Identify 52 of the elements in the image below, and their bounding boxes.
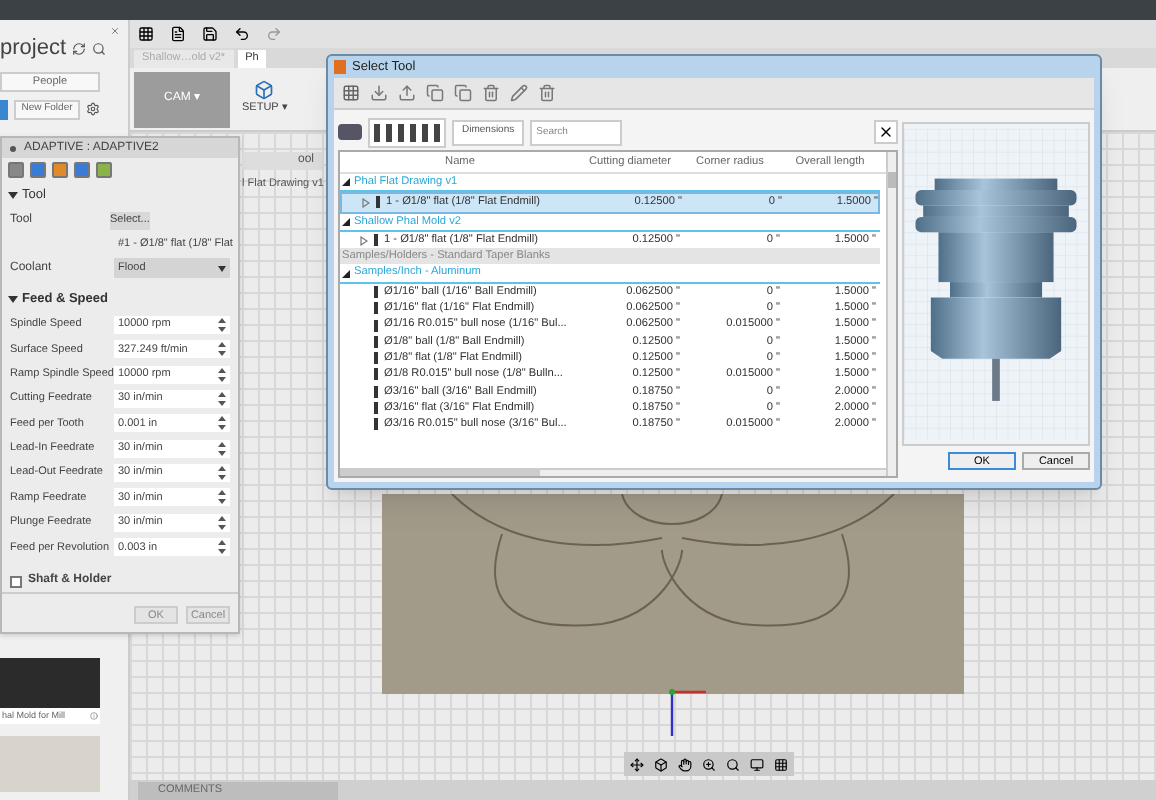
- dropdown-arrow-icon[interactable]: [218, 265, 226, 271]
- spinner-icon[interactable]: [218, 342, 226, 357]
- settings-icon[interactable]: [86, 102, 100, 116]
- vertical-scrollbar[interactable]: [886, 152, 896, 476]
- toolbar-icon[interactable]: [482, 84, 500, 102]
- search-icon[interactable]: [92, 41, 107, 56]
- toolbar-icon[interactable]: [426, 84, 444, 102]
- spinner-icon[interactable]: [218, 515, 226, 530]
- spinner-icon[interactable]: [218, 367, 226, 382]
- zoom-icon[interactable]: [702, 757, 716, 771]
- toolbar-icon[interactable]: [454, 84, 472, 102]
- tool-type-filter[interactable]: [368, 117, 446, 147]
- expand-arrow-icon[interactable]: [360, 235, 368, 246]
- photo-placeholder: [0, 658, 100, 708]
- library-icon[interactable]: [342, 84, 360, 102]
- spinner-icon[interactable]: [218, 466, 226, 481]
- toolbar-icon[interactable]: [370, 84, 388, 102]
- orbit-icon[interactable]: [630, 757, 644, 771]
- expand-arrow-icon[interactable]: [362, 197, 370, 208]
- checkbox[interactable]: [10, 575, 22, 588]
- file-icon[interactable]: [170, 26, 186, 42]
- expanded-triangle-icon[interactable]: [342, 269, 350, 278]
- axis-triad-icon: [666, 688, 710, 740]
- fit-icon[interactable]: [726, 757, 740, 771]
- horizontal-scrollbar[interactable]: [340, 468, 886, 476]
- display-icon[interactable]: [750, 757, 764, 771]
- spinner-icon[interactable]: [218, 317, 226, 332]
- grid-settings-icon[interactable]: [774, 757, 788, 771]
- toolbar-icon[interactable]: [538, 84, 556, 102]
- expanded-triangle-icon[interactable]: [8, 190, 18, 201]
- undo-icon[interactable]: [234, 26, 250, 42]
- app-logo-icon: [334, 60, 346, 74]
- spinner-icon[interactable]: [218, 540, 226, 555]
- toolbar-icon[interactable]: [398, 84, 416, 102]
- pan-icon[interactable]: [678, 757, 692, 771]
- refresh-icon[interactable]: [72, 41, 87, 56]
- expanded-triangle-icon[interactable]: [342, 217, 350, 226]
- spinner-icon[interactable]: [218, 490, 226, 505]
- save-icon[interactable]: [202, 26, 218, 42]
- close-icon: [878, 124, 894, 140]
- expanded-triangle-icon[interactable]: [342, 178, 350, 187]
- spinner-icon[interactable]: [218, 416, 226, 431]
- spinner-icon[interactable]: [218, 441, 226, 456]
- clear-button[interactable]: [874, 120, 898, 144]
- holder-filter-icon[interactable]: [338, 124, 362, 140]
- look-at-icon[interactable]: [654, 757, 668, 771]
- setup-icon[interactable]: [254, 80, 275, 101]
- expanded-triangle-icon[interactable]: [8, 294, 18, 305]
- grid-icon[interactable]: [138, 26, 154, 42]
- toolbar-icon[interactable]: [510, 84, 528, 102]
- spinner-icon[interactable]: [218, 391, 226, 406]
- panel-title: project: [0, 34, 67, 64]
